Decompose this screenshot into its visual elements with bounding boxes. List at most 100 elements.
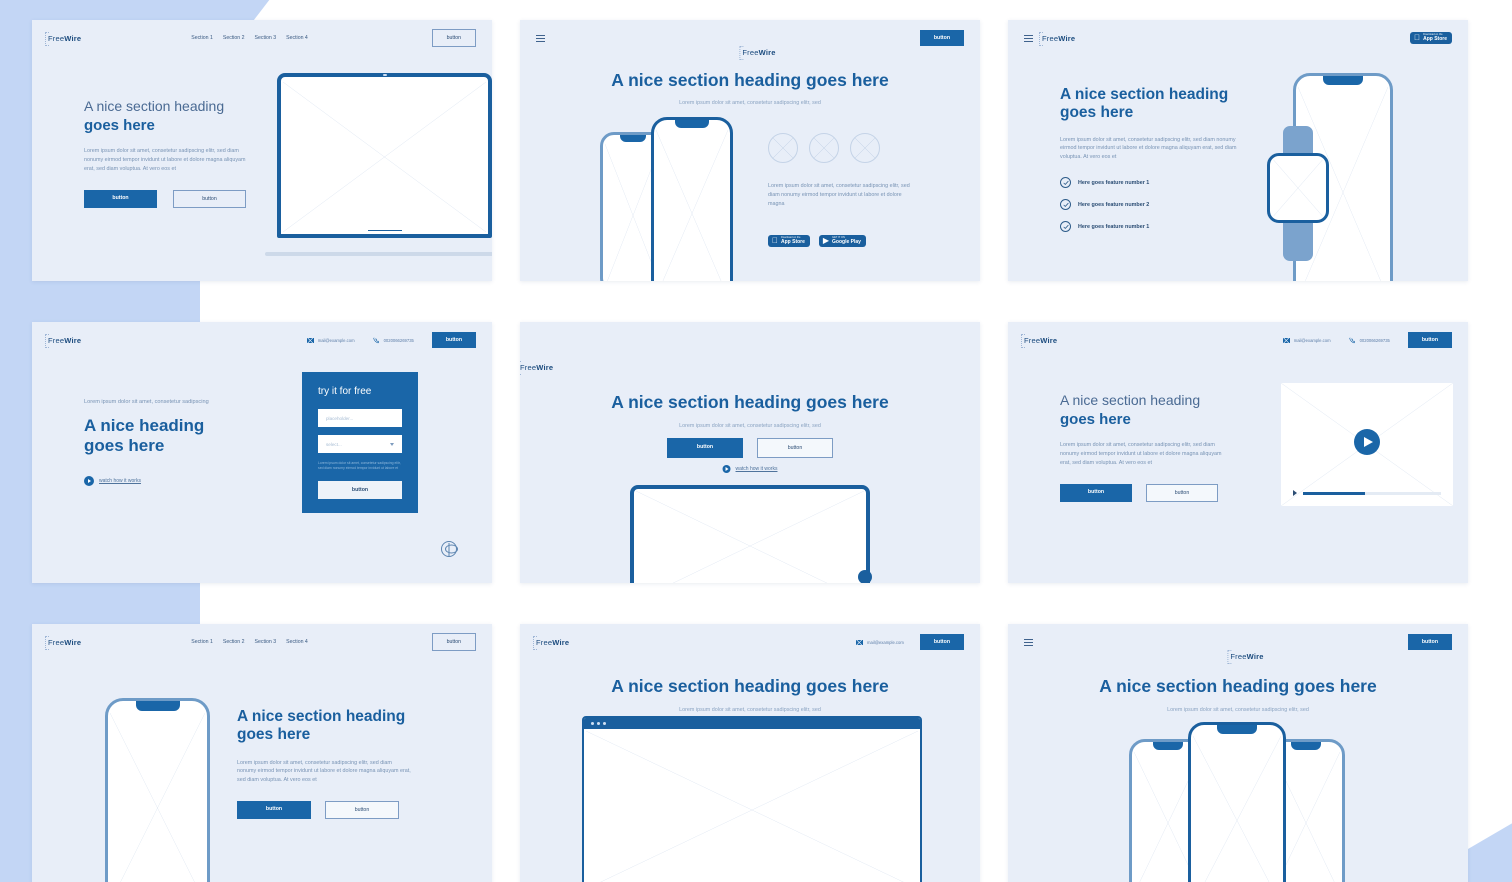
heading-light: A nice section heading [1060,392,1201,408]
logo[interactable]: FreeWire [532,635,569,650]
google-play-icon: ▶ [816,235,829,245]
panel2-heading-block: A nice section heading goes here Lorem i… [520,70,980,108]
hamburger-menu-icon[interactable] [1024,638,1033,646]
nav-item-2[interactable]: Section 2 [223,639,245,645]
logo[interactable]: FreeWire [44,635,81,650]
store-badge-row:  Download on the App Store ▶ GET IT ON … [768,234,943,248]
phone-notch [1323,76,1363,85]
nav-item-4[interactable]: Section 4 [286,35,308,41]
body-paragraph: Lorem ipsum dolor sit amet, consetetur s… [237,759,411,784]
feature-list-item: Here goes feature number 1 [1060,177,1260,189]
contact-phone[interactable]: 0020066269735 [372,337,414,344]
secondary-button[interactable]: button [173,189,246,208]
panel-centered-app-download: FreeWire button A nice section heading g… [520,20,980,281]
app-store-badge[interactable]:  Download on the App Store [1410,31,1452,45]
secondary-button[interactable]: button [757,438,833,458]
globe-icon[interactable] [441,541,457,557]
header-cta-button[interactable]: button [919,30,964,46]
secondary-button[interactable]: button [325,801,399,820]
video-player[interactable] [1281,383,1453,506]
heading-bold: goes here [1060,410,1131,428]
contact-email-text: mail@example.com [317,337,355,343]
logo-part2: Wire [536,363,554,372]
primary-button[interactable]: button [667,438,743,458]
logo[interactable]: FreeWire [520,361,980,375]
nav-sections: Section 1 Section 2 Section 3 Section 4 [191,35,308,41]
header-cta-button[interactable]: button [431,29,476,47]
play-icon [722,465,731,473]
primary-button[interactable]: button [84,189,157,208]
logo[interactable]: FreeWire [44,333,81,348]
contact-email[interactable]: mail@example.com [306,337,355,343]
progress-track[interactable] [1303,491,1441,495]
secondary-button[interactable]: button [1146,483,1218,502]
heading-light: A nice section heading [84,98,225,114]
phone-device-front [651,117,733,281]
primary-button[interactable]: button [1060,483,1132,502]
input-placeholder: placeholder... [326,415,354,421]
header-cta-button[interactable]: button [1407,332,1452,348]
app-store-badge[interactable]:  Download on the App Store [768,234,810,248]
header-cta-button[interactable]: button [919,634,964,650]
nav-item-1[interactable]: Section 1 [191,35,213,41]
form-select-dropdown[interactable]: select... [318,435,402,453]
logo-part1: Free [1042,33,1059,43]
hamburger-menu-icon[interactable] [536,34,545,42]
nav-sections: Section 1 Section 2 Section 3 Section 4 [191,639,308,645]
feature-list-item: Here goes feature number 2 [1060,199,1260,211]
nav-item-3[interactable]: Section 3 [255,35,277,41]
header-cta-button[interactable]: button [1407,634,1452,650]
badge-small-text: GET IT ON [826,235,845,239]
panel3-header: FreeWire  Download on the App Store [1008,20,1468,56]
phone-screen-placeholder [110,713,205,882]
header-cta-button[interactable]: button [431,332,476,348]
contact-phone[interactable]: 0020066269735 [1348,337,1390,344]
hamburger-menu-icon[interactable] [1024,34,1033,42]
phone-notch [620,135,646,142]
badge-small-text: Download on the [1423,32,1443,36]
laptop-screen-placeholder [636,491,864,583]
nav-item-1[interactable]: Section 1 [191,639,213,645]
heading-line2: goes here [237,726,311,744]
check-icon [1060,177,1071,189]
watch-device-body [1267,153,1329,223]
mail-icon [856,639,864,645]
google-play-badge[interactable]: ▶ GET IT ON Google Play [816,234,866,248]
nav-item-4[interactable]: Section 4 [286,639,308,645]
contact-email-text: mail@example.com [867,639,904,645]
page-heading: A nice section heading goes here [611,70,889,90]
watch-how-it-works-link[interactable]: watch how it works [84,476,274,487]
logo[interactable]: FreeWire [1038,31,1075,46]
form-submit-button[interactable]: button [318,480,402,499]
primary-button[interactable]: button [237,801,311,820]
logo-part2: Wire [1040,335,1058,345]
logo[interactable]: FreeWire [44,31,81,46]
logo[interactable]: FreeWire [1020,333,1058,348]
phone-notch [1217,725,1257,734]
header-right-group: mail@example.com 0020066269735 button [1282,332,1452,348]
phone-screen-placeholder [656,130,728,281]
watch-link-label: watch how it works [99,478,141,485]
heading-line1: A nice section heading [237,708,406,725]
browser-dot-3 [603,722,606,725]
header-cta-button[interactable]: button [431,633,476,651]
logo[interactable]: FreeWire [739,45,775,60]
watch-how-it-works-link[interactable]: watch how it works [722,465,777,473]
heading-line1: A nice section heading [1060,86,1229,103]
page-heading: A nice section heading goes here [611,392,889,412]
nav-item-2[interactable]: Section 2 [223,35,245,41]
form-text-input[interactable]: placeholder... [318,409,402,427]
browser-dot-2 [597,722,600,725]
nav-item-3[interactable]: Section 3 [255,639,277,645]
logo-part1: Free [48,637,65,647]
browser-window-mockup [582,716,922,882]
logo[interactable]: FreeWire [1227,649,1263,664]
video-progress-bar[interactable] [1293,490,1441,496]
heading-line2: goes here [84,436,165,456]
contact-email[interactable]: mail@example.com [856,639,904,645]
watch-screen-placeholder [1271,157,1325,219]
play-small-icon[interactable] [1293,490,1297,496]
page-subheading: Lorem ipsum dolor sit amet, consetetur s… [679,423,821,429]
play-button[interactable] [1354,429,1380,456]
contact-email[interactable]: mail@example.com [1282,337,1331,343]
